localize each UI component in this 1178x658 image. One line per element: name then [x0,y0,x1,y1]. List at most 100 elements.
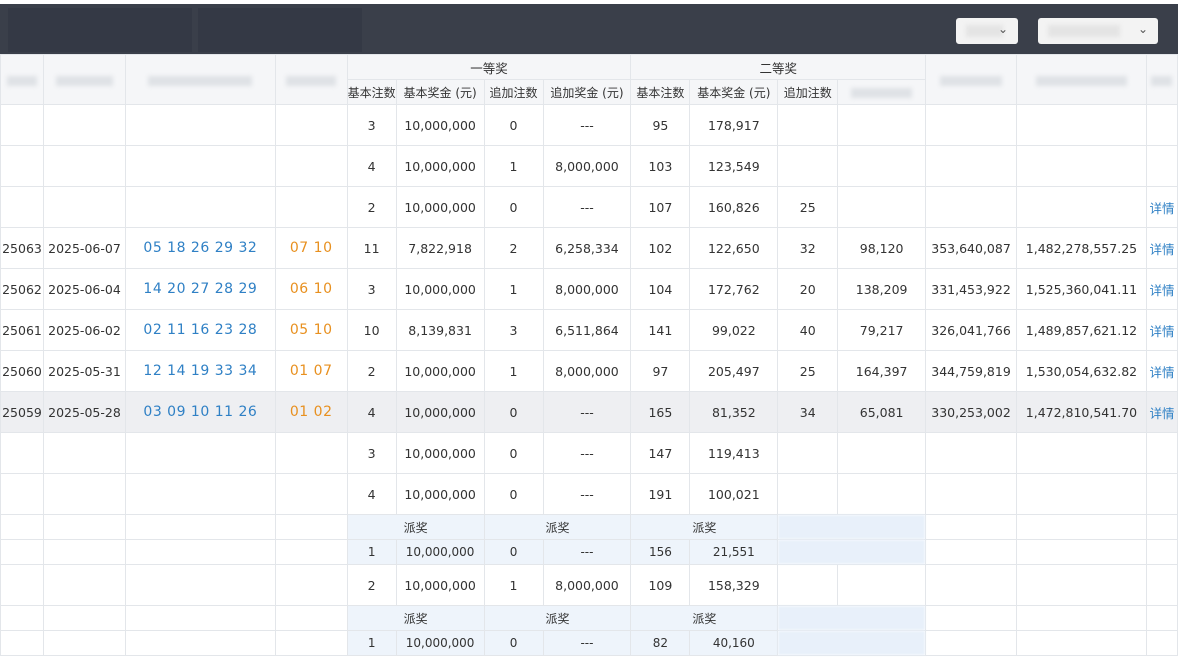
empty-cell [274,564,348,606]
table-row: 3 10,000,000 0 --- 95 178,917 [0,104,1178,146]
pool-cell: 1,472,810,541.70 [1015,391,1147,433]
nav-tab[interactable] [198,8,362,52]
basic-count-cell-2: 109 [630,564,691,606]
issue-cell [0,432,44,474]
payout-basic-count-2: 156 [630,539,691,565]
sales-cell [925,104,1017,146]
date-cell [42,145,126,187]
basic-count-cell-2: 97 [630,350,691,392]
extra-amount-cell: 8,000,000 [542,350,632,392]
basic-count-cell: 2 [346,186,397,228]
extra-amount-cell-2: 98,120 [837,227,927,269]
detail-link[interactable]: 详情 [1145,227,1178,269]
issue-cell [0,104,44,146]
extra-count-cell: 1 [483,145,544,187]
basic-amount-cell: 10,000,000 [395,391,485,433]
extra-amount-cell-2 [837,473,927,515]
pool-cell [1015,473,1147,515]
issue-cell: 25061 [0,309,44,351]
col-front-header [124,54,276,105]
issue-cell: 25063 [0,227,44,269]
basic-amount-cell: 10,000,000 [395,145,485,187]
detail-link[interactable]: 详情 [1145,309,1178,351]
th-extra-amount: 追加奖金 (元) [542,79,632,105]
detail-link[interactable]: 详情 [1145,268,1178,310]
detail-link[interactable] [1145,473,1178,515]
year-select[interactable] [1038,18,1158,44]
detail-link[interactable] [1145,104,1178,146]
payout-basic-amount-2: 40,160 [689,630,779,656]
col-date-header [42,54,126,105]
front-numbers-cell [124,186,276,228]
back-numbers-cell: 05 10 [274,309,348,351]
sales-cell [925,186,1017,228]
extra-count-cell-2: 25 [777,186,839,228]
payout-label: 派奖 [483,605,632,631]
th-extra-count-2: 追加注数 [777,79,839,105]
payout-label: 派奖 [346,514,485,540]
col-back-header [274,54,348,105]
payout-basic-count: 1 [346,539,397,565]
basic-amount-cell-2: 158,329 [689,564,779,606]
extra-count-cell-2 [777,473,839,515]
empty-cell [1145,564,1178,606]
sales-cell [925,432,1017,474]
header-row-prizes: 一等奖 二等奖 [0,54,1178,105]
payout-values-row: 1 10,000,000 0 --- 156 21,551 [0,539,1178,565]
extra-amount-cell: 8,000,000 [542,145,632,187]
date-cell: 2025-05-28 [42,391,126,433]
detail-link[interactable]: 详情 [1145,391,1178,433]
table-row: 4 10,000,000 0 --- 191 100,021 [0,473,1178,515]
extra-amount-cell: 6,258,334 [542,227,632,269]
empty-cell [1145,539,1178,565]
front-numbers-cell: 03 09 10 11 26 [124,391,276,433]
extra-amount-cell: --- [542,186,632,228]
col-sales-header [925,54,1017,105]
payout-values-row: 1 10,000,000 0 --- 82 40,160 [0,630,1178,656]
basic-amount-cell: 10,000,000 [395,186,485,228]
th-basic-count-2: 基本注数 [630,79,691,105]
basic-amount-cell: 8,139,831 [395,309,485,351]
extra-amount-cell-2: 79,217 [837,309,927,351]
basic-count-cell-2: 104 [630,268,691,310]
basic-count-cell: 2 [346,564,397,606]
extra-amount-cell: 6,511,864 [542,309,632,351]
th-basic-amount: 基本奖金 (元) [395,79,485,105]
extra-count-cell-2 [777,145,839,187]
pool-cell [1015,104,1147,146]
extra-amount-cell-2 [837,186,927,228]
empty-cell [42,630,126,656]
extra-amount-cell: --- [542,391,632,433]
detail-link[interactable]: 详情 [1145,350,1178,392]
basic-count-cell-2: 147 [630,432,691,474]
extra-count-cell-2: 25 [777,350,839,392]
detail-link[interactable] [1145,432,1178,474]
front-numbers-cell [124,145,276,187]
table-row: 25063 2025-06-07 05 18 26 29 32 07 10 11 7,82… [0,227,1178,269]
sales-cell: 331,453,922 [925,268,1017,310]
empty-cell [777,539,927,565]
th-basic-count: 基本注数 [346,79,397,105]
empty-cell [777,514,927,540]
empty-cell [274,605,348,631]
issue-cell: 25060 [0,350,44,392]
detail-link[interactable] [1145,145,1178,187]
basic-amount-cell: 10,000,000 [395,432,485,474]
table-row: 25060 2025-05-31 12 14 19 33 34 01 07 2 10,00… [0,350,1178,392]
filter-select[interactable] [956,18,1018,44]
empty-cell [42,514,126,540]
nav-tab[interactable] [8,8,192,52]
basic-count-cell: 11 [346,227,397,269]
empty-cell [274,539,348,565]
basic-count-cell-2: 102 [630,227,691,269]
empty-cell [124,564,276,606]
extra-amount-cell-2 [837,145,927,187]
basic-count-cell-2: 165 [630,391,691,433]
empty-cell [777,630,927,656]
basic-amount-cell-2: 100,021 [689,473,779,515]
detail-link[interactable]: 详情 [1145,186,1178,228]
payout-label: 派奖 [630,605,779,631]
payout-label: 派奖 [346,605,485,631]
extra-amount-cell-2: 164,397 [837,350,927,392]
empty-cell [1015,539,1147,565]
